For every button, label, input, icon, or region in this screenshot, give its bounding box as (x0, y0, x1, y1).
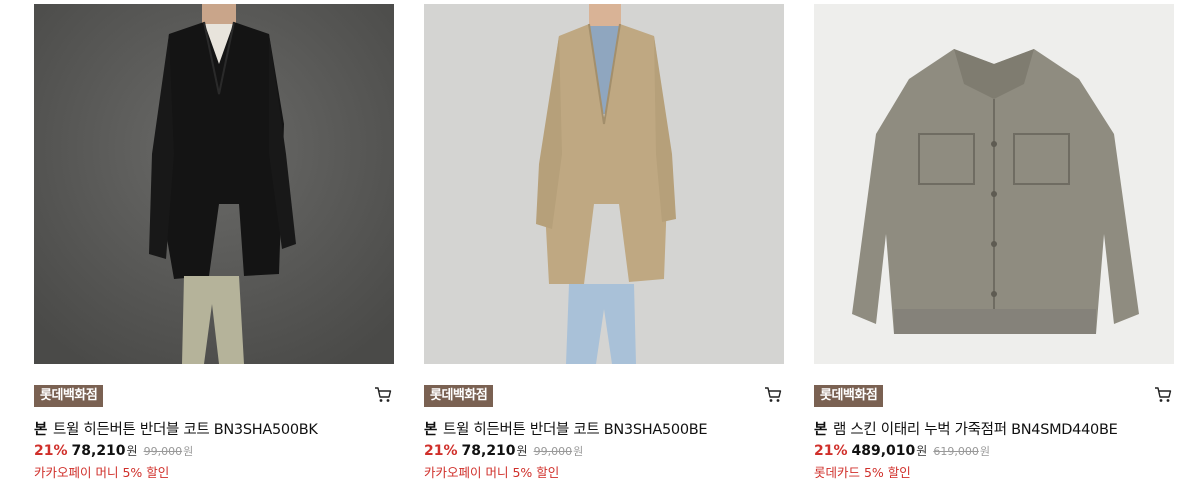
product-title[interactable]: 본 램 스킨 이태리 누벅 가죽점퍼 BN4SMD440BE (814, 418, 1174, 439)
promo-text: 카카오페이 머니 5% 할인 (34, 465, 170, 480)
cart-icon[interactable] (764, 386, 782, 404)
sale-price: 78,210 (461, 443, 516, 459)
promo-text: 롯데카드 5% 할인 (814, 465, 911, 480)
store-badge: 롯데백화점 (424, 385, 494, 407)
original-price: 99,000 (533, 445, 573, 458)
original-currency-label: 원 (573, 445, 584, 458)
sale-price: 489,010 (851, 443, 916, 459)
original-price: 99,000 (143, 445, 183, 458)
original-currency-label: 원 (183, 445, 194, 458)
original-price: 619,000 (933, 445, 979, 458)
product-title[interactable]: 본 트윌 히든버튼 반더블 코트 BN3SHA500BK (34, 418, 394, 439)
product-name: 트윌 히든버튼 반더블 코트 BN3SHA500BK (53, 422, 318, 438)
product-image[interactable] (424, 4, 784, 364)
product-grid: 롯데백화점 본 트윌 히든버튼 반더블 코트 BN3SHA500BK 21% 78,… (0, 0, 1188, 488)
price-row: 21% 78,210원 99,000원 (424, 442, 583, 459)
product-card[interactable]: 롯데백화점 본 트윌 히든버튼 반더블 코트 BN3SHA500BK 21% 78,… (34, 4, 394, 484)
brand-name: 본 (814, 422, 828, 438)
promo-text: 카카오페이 머니 5% 할인 (424, 465, 560, 480)
product-name: 램 스킨 이태리 누벅 가죽점퍼 BN4SMD440BE (833, 422, 1118, 438)
price-row: 21% 489,010원 619,000원 (814, 442, 990, 459)
product-title[interactable]: 본 트윌 히든버튼 반더블 코트 BN3SHA500BE (424, 418, 784, 439)
original-currency-label: 원 (979, 445, 990, 458)
product-card[interactable]: 롯데백화점 본 트윌 히든버튼 반더블 코트 BN3SHA500BE 21% 78,… (424, 4, 784, 484)
sale-price: 78,210 (71, 443, 126, 459)
brand-name: 본 (34, 422, 48, 438)
cart-icon[interactable] (1154, 386, 1172, 404)
currency-label: 원 (516, 444, 528, 458)
price-row: 21% 78,210원 99,000원 (34, 442, 193, 459)
product-image[interactable] (34, 4, 394, 364)
currency-label: 원 (916, 444, 928, 458)
product-card[interactable]: 롯데백화점 본 램 스킨 이태리 누벅 가죽점퍼 BN4SMD440BE 21% 4… (814, 4, 1174, 484)
product-name: 트윌 히든버튼 반더블 코트 BN3SHA500BE (443, 422, 708, 438)
store-badge: 롯데백화점 (814, 385, 884, 407)
cart-icon[interactable] (374, 386, 392, 404)
product-image[interactable] (814, 4, 1174, 364)
discount-rate: 21% (424, 443, 458, 459)
brand-name: 본 (424, 422, 438, 438)
discount-rate: 21% (814, 443, 848, 459)
discount-rate: 21% (34, 443, 68, 459)
currency-label: 원 (126, 444, 138, 458)
store-badge: 롯데백화점 (34, 385, 104, 407)
